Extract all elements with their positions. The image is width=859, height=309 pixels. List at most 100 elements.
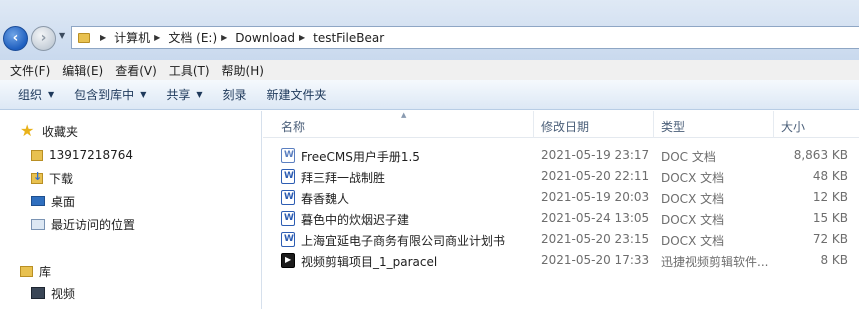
menu-view[interactable]: 查看(V) <box>109 62 163 79</box>
include-library-label: 包含到库中 <box>74 88 135 102</box>
recent-pages-dropdown[interactable]: ▼ <box>59 31 65 40</box>
nav-item-label: 视频 <box>51 286 76 301</box>
file-row[interactable]: 视频剪辑项目_1_paracel 2021-05-20 17:33 迅捷视频剪辑… <box>263 250 859 271</box>
file-type: DOCX 文档 <box>661 171 725 185</box>
nav-item-recent-places[interactable]: 最近访问的位置 <box>31 214 135 234</box>
nav-favorites-label: 收藏夹 <box>42 124 79 139</box>
menu-file[interactable]: 文件(F) <box>4 62 56 79</box>
file-list: ▲ 名称 修改日期 类型 大小 FreeCMS用户手册1.5 2021-05-1… <box>263 111 859 309</box>
column-divider[interactable] <box>653 111 654 138</box>
file-modified: 2021-05-19 23:17 <box>541 148 650 162</box>
file-modified: 2021-05-19 20:03 <box>541 190 650 204</box>
caret-down-icon: ▼ <box>196 90 203 99</box>
word-docx-icon <box>281 190 295 205</box>
column-divider[interactable] <box>533 111 534 138</box>
sort-ascending-icon: ▲ <box>401 111 407 119</box>
video-project-icon <box>281 253 295 268</box>
file-row[interactable]: 春香魏人 2021-05-19 20:03 DOCX 文档 12 KB <box>263 187 859 208</box>
nav-item-label: 13917218764 <box>49 148 133 162</box>
chevron-right-icon[interactable]: ▶ <box>100 33 106 42</box>
chevron-right-icon[interactable]: ▶ <box>299 33 305 42</box>
nav-item-label: 桌面 <box>51 194 76 209</box>
column-modified[interactable]: 修改日期 <box>541 118 589 135</box>
file-row[interactable]: FreeCMS用户手册1.5 2021-05-19 23:17 DOC 文档 8… <box>263 145 859 166</box>
file-type: DOCX 文档 <box>661 213 725 227</box>
back-button[interactable]: ‹ <box>3 26 28 51</box>
chevron-right-icon[interactable]: ▶ <box>221 33 227 42</box>
folder-icon <box>31 149 43 161</box>
column-divider[interactable] <box>773 111 774 138</box>
folder-icon <box>78 32 90 43</box>
word-docx-icon <box>281 232 295 247</box>
menu-bar: 文件(F) 编辑(E) 查看(V) 工具(T) 帮助(H) <box>0 60 859 80</box>
menu-help[interactable]: 帮助(H) <box>216 62 270 79</box>
organize-label: 组织 <box>18 88 43 102</box>
recent-places-icon <box>31 218 45 230</box>
word-docx-icon <box>281 211 295 226</box>
new-folder-label: 新建文件夹 <box>266 88 327 102</box>
nav-libraries-label: 库 <box>39 264 52 279</box>
column-name[interactable]: 名称 <box>281 118 305 135</box>
file-type: DOCX 文档 <box>661 234 725 248</box>
file-size: 48 KB <box>812 169 848 183</box>
nav-favorites[interactable]: ★ 收藏夹 <box>20 121 78 141</box>
file-type: 迅捷视频剪辑软件... <box>661 255 769 269</box>
new-folder-button[interactable]: 新建文件夹 <box>257 80 337 110</box>
navigation-pane: ★ 收藏夹 13917218764 下载 桌面 最近访问的位置 库 视频 <box>0 111 262 309</box>
address-bar[interactable]: ▶ 计算机 ▶ 文档 (E:) ▶ Download ▶ testFileBea… <box>71 26 859 49</box>
burn-button[interactable]: 刻录 <box>213 80 257 110</box>
file-size: 72 KB <box>812 232 848 246</box>
nav-item-label: 最近访问的位置 <box>51 217 136 232</box>
breadcrumb-drive-e[interactable]: 文档 (E:) <box>168 29 217 46</box>
chevron-right-icon[interactable]: ▶ <box>154 33 160 42</box>
burn-label: 刻录 <box>222 88 247 102</box>
file-row[interactable]: 暮色中的炊烟迟子建 2021-05-24 13:05 DOCX 文档 15 KB <box>263 208 859 229</box>
file-modified: 2021-05-20 22:11 <box>541 169 650 183</box>
desktop-icon <box>31 196 45 206</box>
nav-item-13917218764[interactable]: 13917218764 <box>31 145 133 165</box>
file-type: DOCX 文档 <box>661 192 725 206</box>
file-name: 上海宜延电子商务有限公司商业计划书 <box>301 234 506 248</box>
share-label: 共享 <box>166 88 191 102</box>
column-type[interactable]: 类型 <box>661 118 685 135</box>
file-type: DOC 文档 <box>661 150 716 164</box>
caret-down-icon: ▼ <box>140 90 147 99</box>
nav-item-downloads[interactable]: 下载 <box>31 168 73 188</box>
library-icon <box>20 265 33 277</box>
column-size[interactable]: 大小 <box>781 118 805 135</box>
breadcrumb-download[interactable]: Download <box>235 31 295 45</box>
include-library-button[interactable]: 包含到库中 ▼ <box>64 80 156 110</box>
file-modified: 2021-05-20 23:15 <box>541 232 650 246</box>
file-name: 拜三拜一战制胜 <box>301 171 386 185</box>
file-size: 8 KB <box>820 253 848 267</box>
word-doc-icon <box>281 148 295 163</box>
file-modified: 2021-05-20 17:33 <box>541 253 650 267</box>
forward-button[interactable]: › <box>31 26 56 51</box>
menu-tools[interactable]: 工具(T) <box>163 62 216 79</box>
menu-edit[interactable]: 编辑(E) <box>56 62 109 79</box>
star-icon: ★ <box>20 121 35 140</box>
caret-down-icon: ▼ <box>48 90 55 99</box>
word-docx-icon <box>281 169 295 184</box>
breadcrumb-testfilebear[interactable]: testFileBear <box>313 31 384 45</box>
command-bar: 组织 ▼ 包含到库中 ▼ 共享 ▼ 刻录 新建文件夹 <box>0 80 859 110</box>
file-row[interactable]: 上海宜延电子商务有限公司商业计划书 2021-05-20 23:15 DOCX … <box>263 229 859 250</box>
file-row[interactable]: 拜三拜一战制胜 2021-05-20 22:11 DOCX 文档 48 KB <box>263 166 859 187</box>
file-size: 8,863 KB <box>793 148 848 162</box>
file-name: 暮色中的炊烟迟子建 <box>301 213 410 227</box>
share-button[interactable]: 共享 ▼ <box>156 80 212 110</box>
nav-item-desktop[interactable]: 桌面 <box>31 191 75 211</box>
breadcrumb-computer[interactable]: 计算机 <box>114 29 150 46</box>
nav-item-label: 下载 <box>49 171 74 186</box>
video-library-icon <box>31 287 45 299</box>
file-modified: 2021-05-24 13:05 <box>541 211 650 225</box>
downloads-folder-icon <box>31 170 43 184</box>
address-row: ‹ › ▼ ▶ 计算机 ▶ 文档 (E:) ▶ Download ▶ testF… <box>0 0 859 60</box>
nav-item-videos[interactable]: 视频 <box>31 283 75 303</box>
file-name: FreeCMS用户手册1.5 <box>301 150 420 164</box>
nav-libraries[interactable]: 库 <box>20 261 51 281</box>
file-size: 15 KB <box>812 211 848 225</box>
column-header-row: ▲ 名称 修改日期 类型 大小 <box>263 111 859 138</box>
organize-button[interactable]: 组织 ▼ <box>8 80 64 110</box>
file-name: 视频剪辑项目_1_paracel <box>301 255 438 269</box>
